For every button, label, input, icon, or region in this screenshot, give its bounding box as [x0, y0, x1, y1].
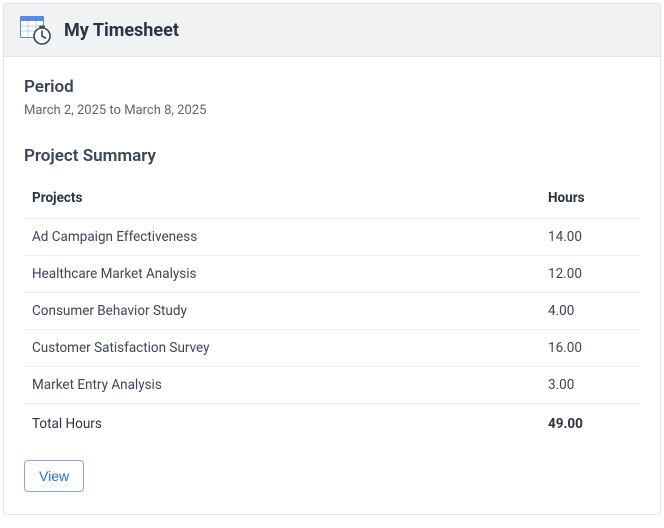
- table-row: Consumer Behavior Study4.00: [24, 293, 640, 330]
- cell-hours: 3.00: [540, 367, 640, 404]
- cell-hours: 16.00: [540, 330, 640, 367]
- cell-project: Consumer Behavior Study: [24, 293, 540, 330]
- view-button[interactable]: View: [24, 460, 84, 492]
- cell-project: Healthcare Market Analysis: [24, 256, 540, 293]
- project-summary-table: Projects Hours Ad Campaign Effectiveness…: [24, 180, 640, 444]
- cell-project: Ad Campaign Effectiveness: [24, 219, 540, 256]
- col-hours: Hours: [540, 180, 640, 219]
- total-label: Total Hours: [24, 404, 540, 445]
- card-body: Period March 2, 2025 to March 8, 2025 Pr…: [4, 57, 660, 514]
- cell-project: Market Entry Analysis: [24, 367, 540, 404]
- table-row: Healthcare Market Analysis12.00: [24, 256, 640, 293]
- cell-hours: 12.00: [540, 256, 640, 293]
- table-row: Customer Satisfaction Survey16.00: [24, 330, 640, 367]
- summary-title: Project Summary: [24, 146, 640, 166]
- page-title: My Timesheet: [64, 20, 179, 41]
- table-header-row: Projects Hours: [24, 180, 640, 219]
- table-row: Market Entry Analysis3.00: [24, 367, 640, 404]
- cell-hours: 4.00: [540, 293, 640, 330]
- cell-project: Customer Satisfaction Survey: [24, 330, 540, 367]
- col-projects: Projects: [24, 180, 540, 219]
- total-value: 49.00: [540, 404, 640, 445]
- table-row: Ad Campaign Effectiveness14.00: [24, 219, 640, 256]
- cell-hours: 14.00: [540, 219, 640, 256]
- timesheet-icon: [20, 14, 52, 46]
- timesheet-card: My Timesheet Period March 2, 2025 to Mar…: [3, 3, 661, 515]
- period-text: March 2, 2025 to March 8, 2025: [24, 103, 640, 118]
- total-row: Total Hours49.00: [24, 404, 640, 445]
- period-label: Period: [24, 77, 640, 97]
- card-header: My Timesheet: [4, 4, 660, 57]
